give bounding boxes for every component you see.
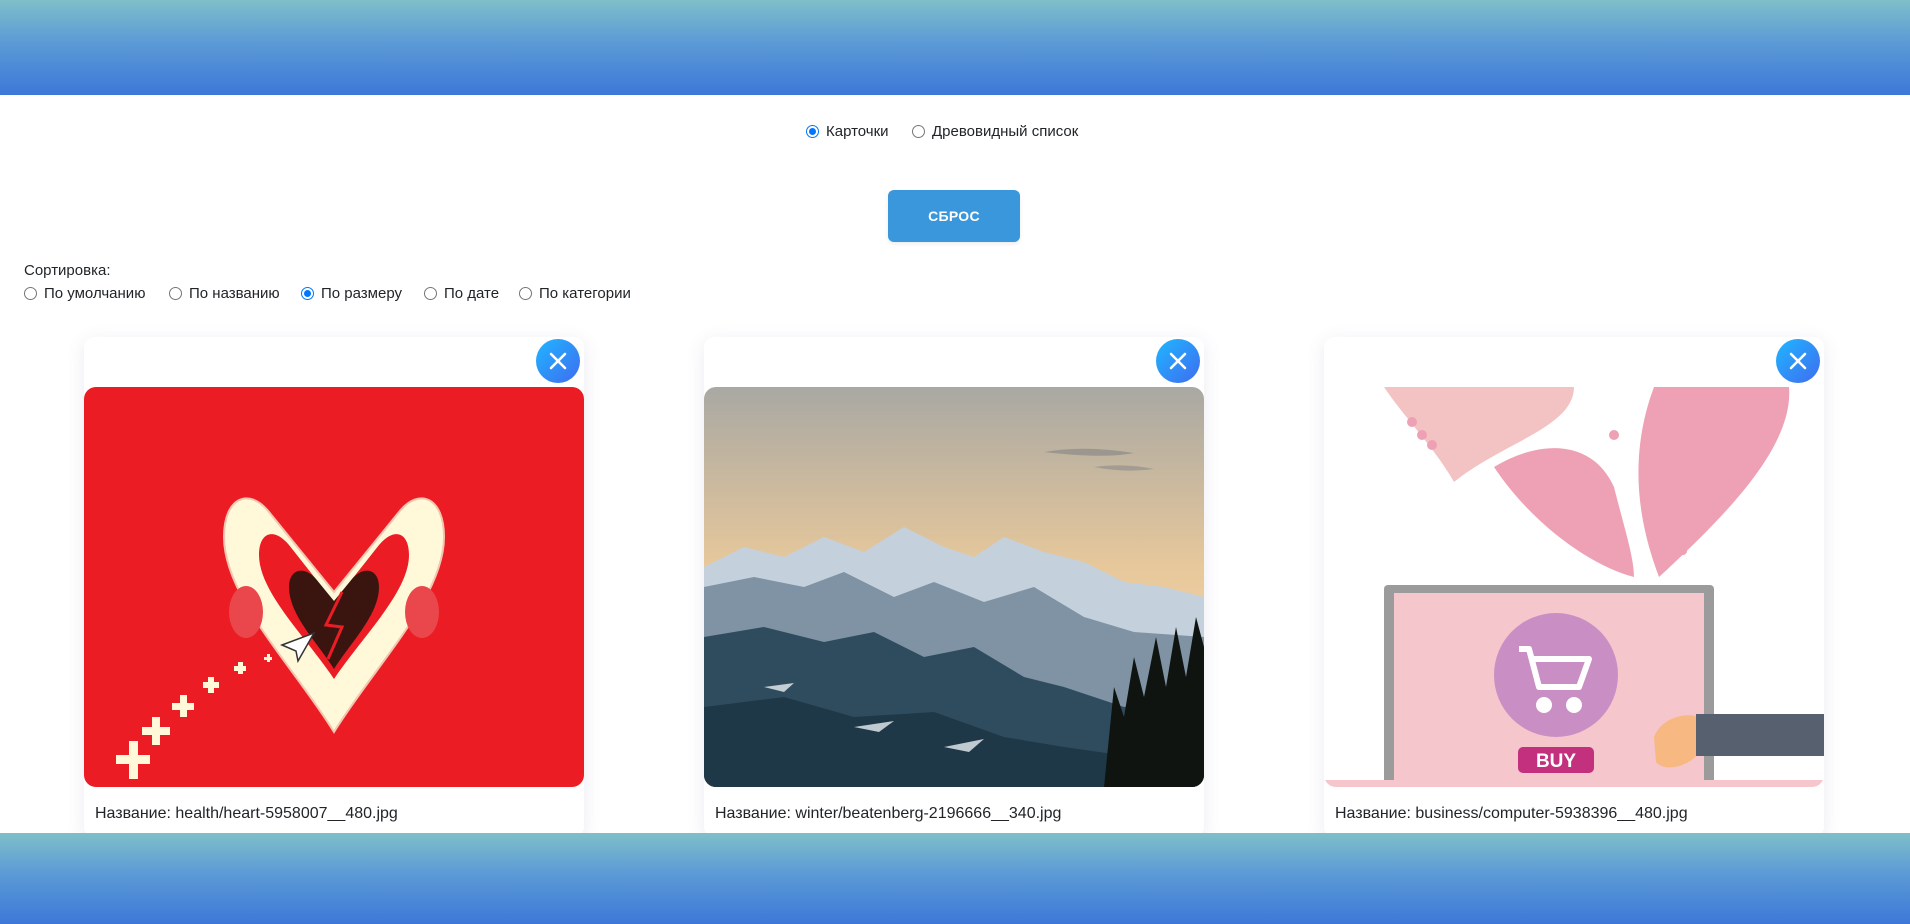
sort-option-size[interactable]: По размеру xyxy=(301,285,402,302)
view-mode-tree-option[interactable]: Древовидный список xyxy=(912,123,1078,140)
bottom-banner xyxy=(0,833,1910,924)
sort-date-radio[interactable] xyxy=(424,287,437,300)
sort-size-label: По размеру xyxy=(321,285,403,302)
svg-text:BUY: BUY xyxy=(1536,751,1576,772)
card-caption: Название: health/heart-5958007__480.jpg xyxy=(95,805,398,822)
view-mode-cards-radio[interactable] xyxy=(806,125,819,138)
reset-button[interactable]: СБРОС xyxy=(888,190,1020,242)
image-card: Название: health/heart-5958007__480.jpg xyxy=(84,337,584,837)
sort-option-category[interactable]: По категории xyxy=(519,285,631,302)
view-mode-tree-label: Древовидный список xyxy=(932,123,1079,140)
view-mode-cards-label: Карточки xyxy=(826,123,889,140)
sort-default-label: По умолчанию xyxy=(44,285,146,302)
sort-name-radio[interactable] xyxy=(169,287,182,300)
sort-size-radio[interactable] xyxy=(301,287,314,300)
sort-label: Сортировка: xyxy=(24,262,111,279)
sort-category-label: По категории xyxy=(539,285,631,302)
image-card: Название: winter/beatenberg-2196666__340… xyxy=(704,337,1204,837)
sort-option-name[interactable]: По названию xyxy=(169,285,280,302)
sort-option-default[interactable]: По умолчанию xyxy=(24,285,145,302)
card-image-shopping: BUY xyxy=(1324,387,1824,787)
card-image-mountains xyxy=(704,387,1204,787)
view-mode-tree-radio[interactable] xyxy=(912,125,925,138)
image-card: BUY Название: business/computer-5938396_… xyxy=(1324,337,1824,837)
sort-category-radio[interactable] xyxy=(519,287,532,300)
sort-name-label: По названию xyxy=(189,285,280,302)
card-caption: Название: business/computer-5938396__480… xyxy=(1335,805,1688,822)
card-caption: Название: winter/beatenberg-2196666__340… xyxy=(715,805,1062,822)
sort-default-radio[interactable] xyxy=(24,287,37,300)
close-icon[interactable] xyxy=(536,339,580,383)
top-banner xyxy=(0,0,1910,95)
close-icon[interactable] xyxy=(1776,339,1820,383)
close-icon[interactable] xyxy=(1156,339,1200,383)
view-mode-cards-option[interactable]: Карточки xyxy=(806,123,889,140)
card-image-heart xyxy=(84,387,584,787)
sort-date-label: По дате xyxy=(444,285,500,302)
sort-option-date[interactable]: По дате xyxy=(424,285,499,302)
